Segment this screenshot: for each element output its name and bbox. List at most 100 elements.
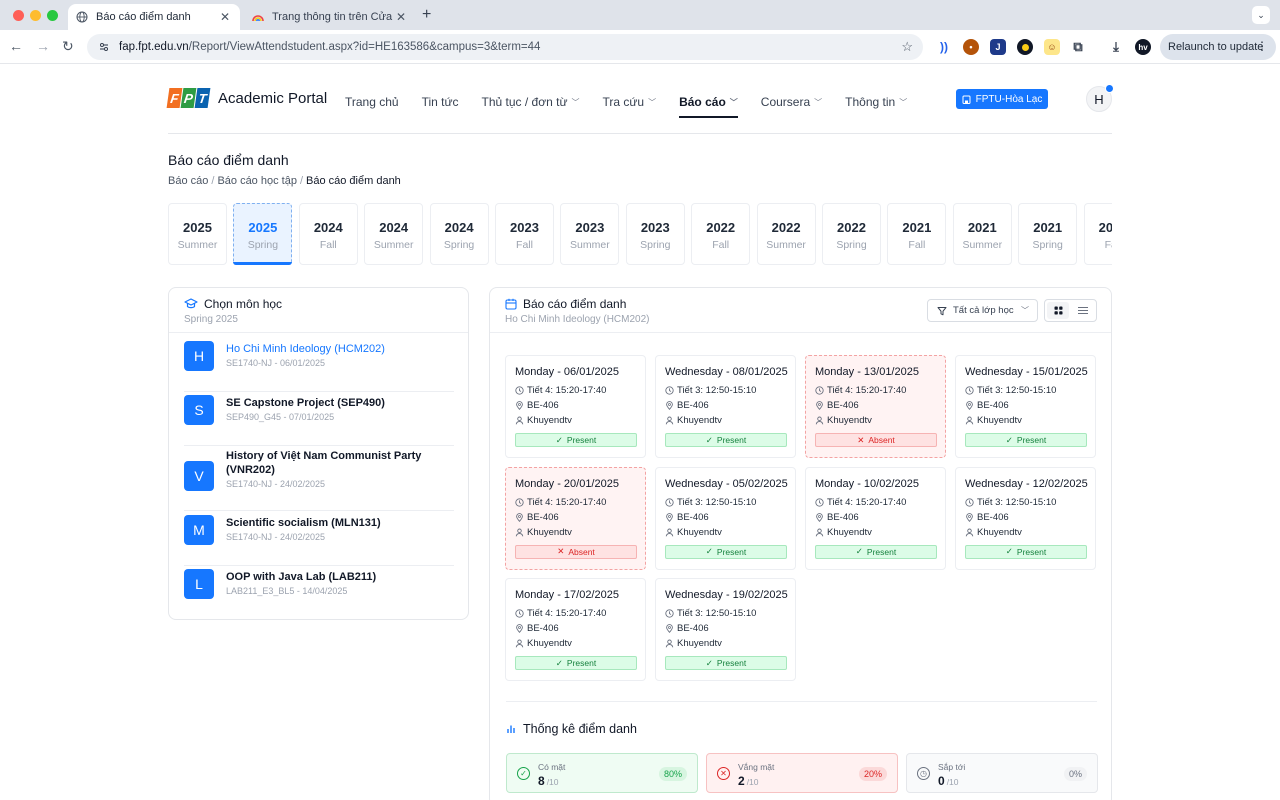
site-info-icon[interactable] — [95, 38, 113, 56]
breadcrumb-item-reports[interactable]: Báo cáo — [168, 175, 208, 187]
term-card[interactable]: 2022 Fall — [691, 203, 751, 265]
close-tab-icon[interactable]: ✕ — [218, 10, 232, 24]
stat-total: /10 — [546, 777, 559, 787]
session-card[interactable]: Monday - 06/01/2025 Tiết 4: 15:20-17:40 BE… — [505, 355, 646, 458]
term-card[interactable]: 2025 Summer — [168, 203, 227, 265]
download-icon[interactable]: ⤓ — [1108, 39, 1124, 55]
browser-tab-inactive[interactable]: Trang thông tin trên Cửa hàng ✕ — [244, 4, 416, 30]
forward-icon[interactable]: → — [36, 39, 50, 53]
profile-icon[interactable]: hv — [1135, 39, 1151, 55]
term-card[interactable]: 2024 Fall — [298, 203, 358, 265]
session-lecturer-row: Khuyendtv — [965, 413, 1095, 428]
course-item[interactable]: H Ho Chi Minh Ideology (HCM202) SE1740-NJ … — [184, 338, 454, 392]
term-card[interactable]: 2025 Spring — [233, 203, 293, 265]
view-toggle — [1044, 299, 1097, 322]
course-item[interactable]: L OOP with Java Lab (LAB211) LAB211_E3_BL5… — [184, 566, 454, 620]
term-year: 2024 — [379, 220, 409, 235]
session-room: BE-406 — [527, 511, 559, 523]
term-season: Spring — [836, 239, 867, 251]
close-tab-icon[interactable]: ✕ — [394, 10, 408, 24]
term-card[interactable]: 2022 Summer — [756, 203, 816, 265]
page-title: Báo cáo điểm danh — [168, 152, 289, 168]
grid-view-icon[interactable] — [1047, 302, 1069, 319]
j-extension-icon[interactable]: J — [990, 39, 1006, 55]
location-pin-icon — [965, 401, 977, 410]
nav-item-lookup[interactable]: Tra cứu ﹀ — [602, 92, 656, 112]
term-year: 2020 — [1098, 220, 1112, 235]
course-name: Ho Chi Minh Ideology (HCM202) — [226, 343, 385, 355]
term-card[interactable]: 2021 Summer — [952, 203, 1012, 265]
status-label: Present — [566, 658, 597, 668]
user-icon — [965, 416, 977, 425]
session-slot: Tiết 3: 12:50-15:10 — [677, 496, 757, 508]
term-card[interactable]: 2020 Fall — [1083, 203, 1112, 265]
course-panel-subtitle: Spring 2025 — [184, 314, 238, 325]
cookie-extension-icon[interactable]: • — [963, 39, 979, 55]
extensions-puzzle-icon[interactable]: ⧉ — [1070, 39, 1086, 55]
course-name: OOP with Java Lab (LAB211) — [226, 571, 377, 583]
stats-divider — [506, 701, 1097, 702]
location-pin-icon — [515, 512, 527, 522]
term-card[interactable]: 2024 Summer — [364, 203, 424, 265]
session-lecturer: Khuyendtv — [527, 526, 572, 538]
term-season: Fall — [319, 239, 337, 251]
session-lecturer-row: Khuyendtv — [515, 636, 645, 651]
session-card[interactable]: Monday - 10/02/2025 Tiết 4: 15:20-17:40 BE… — [805, 466, 946, 570]
new-tab-icon[interactable]: + — [422, 6, 431, 24]
stat-percent: 20% — [858, 767, 887, 781]
course-item[interactable]: S SE Capstone Project (SEP490) SEP490_G45 … — [184, 392, 454, 446]
stat-total: /10 — [946, 777, 959, 787]
session-room: BE-406 — [977, 400, 1009, 411]
term-card[interactable]: 2022 Spring — [822, 203, 881, 265]
session-lecturer: Khuyendtv — [977, 415, 1022, 426]
term-card[interactable]: 2021 Fall — [887, 203, 947, 265]
more-menu-icon[interactable]: ⋮ — [1256, 39, 1268, 53]
term-card[interactable]: 2024 Spring — [429, 203, 489, 265]
address-bar[interactable]: fap.fpt.edu.vn/Report/ViewAttendstudent.… — [87, 34, 923, 60]
course-item[interactable]: M Scientific socialism (MLN131) SE1740-NJ … — [184, 512, 454, 566]
course-item[interactable]: V History of Việt Nam Communist Party (VN… — [184, 445, 454, 511]
nav-item-news[interactable]: Tin tức — [422, 92, 459, 112]
course-letter-icon: L — [184, 569, 214, 599]
tab-search-icon[interactable]: ⌄ — [1252, 6, 1270, 24]
nav-item-procedures[interactable]: Thủ tục / đơn từ ﹀ — [482, 92, 580, 112]
session-card[interactable]: Wednesday - 05/02/2025 Tiết 3: 12:50-15:1… — [655, 466, 796, 570]
course-panel: Chọn môn học Spring 2025 H Ho Chi Minh Id… — [168, 287, 469, 620]
session-card[interactable]: Wednesday - 08/01/2025 Tiết 3: 12:50-15:1… — [655, 355, 796, 458]
term-card[interactable]: 2023 Spring — [625, 203, 685, 265]
browser-tab-active[interactable]: Báo cáo điểm danh ✕ — [68, 4, 240, 30]
session-card[interactable]: Wednesday - 19/02/2025 Tiết 3: 12:50-15:1… — [655, 578, 796, 681]
session-card[interactable]: Monday - 13/01/2025 Tiết 4: 15:20-17:40 BE… — [805, 355, 946, 458]
session-card[interactable]: Wednesday - 12/02/2025 Tiết 3: 12:50-15:1… — [955, 466, 1096, 570]
session-room-row: BE-406 — [515, 398, 645, 413]
portal-logo[interactable]: FPT Academic Portal — [166, 88, 327, 108]
nav-item-coursera[interactable]: Coursera ﹀ — [761, 92, 822, 112]
session-card[interactable]: Monday - 17/02/2025 Tiết 4: 15:20-17:40 BE… — [505, 578, 646, 681]
term-card[interactable]: 2023 Summer — [560, 203, 620, 265]
browser-tab-bar: Báo cáo điểm danh ✕ Trang thông tin trên… — [0, 0, 1280, 30]
user-avatar[interactable]: H — [1086, 84, 1114, 112]
term-card[interactable]: 2021 Spring — [1018, 203, 1078, 265]
nav-item-info[interactable]: Thông tin ﹀ — [845, 92, 907, 112]
reload-icon[interactable]: ↻ — [62, 39, 74, 53]
bookmark-star-icon[interactable]: ☆ — [901, 39, 913, 55]
session-card[interactable]: Monday - 20/01/2025 Tiết 4: 15:20-17:40 BE… — [505, 466, 646, 570]
class-filter-dropdown[interactable]: Tất cả lớp học ﹀ — [927, 299, 1038, 322]
back-icon[interactable]: ← — [9, 39, 23, 53]
session-card[interactable]: Wednesday - 15/01/2025 Tiết 3: 12:50-15:1… — [955, 355, 1096, 458]
list-view-icon[interactable] — [1072, 302, 1094, 319]
nav-item-reports[interactable]: Báo cáo ﹀ — [679, 92, 738, 118]
term-season: Summer — [962, 239, 1003, 251]
session-room-row: BE-406 — [815, 510, 945, 525]
breadcrumb-item-study-reports[interactable]: Báo cáo học tập — [217, 175, 297, 187]
relaunch-button[interactable]: Relaunch to update ⋮ — [1160, 34, 1276, 60]
minimize-window-button[interactable] — [30, 10, 41, 21]
campus-button[interactable]: FPTU-Hòa Lạc — [956, 89, 1048, 109]
color-extension-icon[interactable] — [1017, 39, 1033, 55]
nav-item-home[interactable]: Trang chủ — [345, 92, 399, 112]
close-window-button[interactable] — [13, 10, 24, 21]
audio-extension-icon[interactable]: )) — [936, 39, 952, 55]
maximize-window-button[interactable] — [47, 10, 58, 21]
term-card[interactable]: 2023 Fall — [495, 203, 554, 265]
avatar-extension-icon[interactable]: ☺ — [1044, 39, 1060, 55]
